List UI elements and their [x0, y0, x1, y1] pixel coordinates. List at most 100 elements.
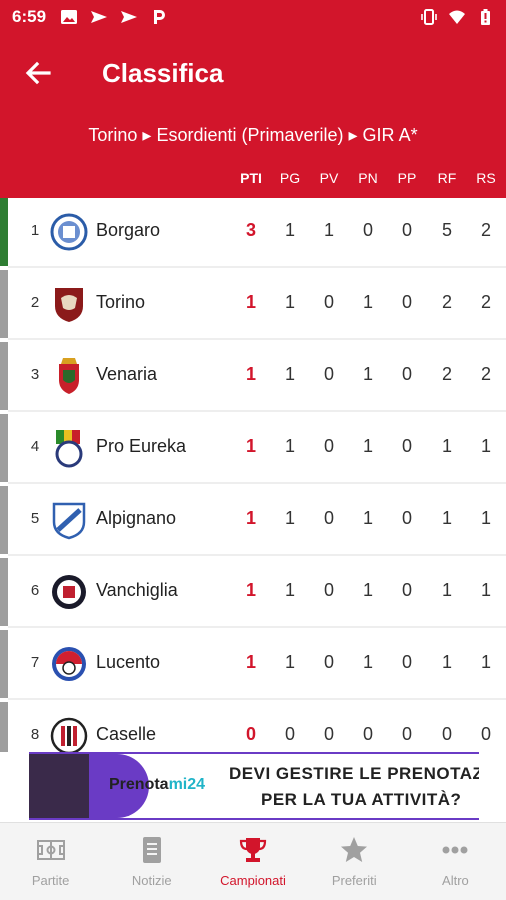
- column-header-rf: RF: [437, 170, 457, 186]
- nav-item-preferiti[interactable]: Preferiti: [304, 823, 405, 900]
- stat-pti: 0: [245, 724, 256, 744]
- stat-pg: 1: [284, 508, 295, 528]
- status-time: 6:59: [12, 7, 47, 26]
- status-system-icons: [420, 8, 494, 26]
- team-crest-icon: [52, 647, 86, 681]
- breadcrumb[interactable]: Torino ▸ Esordienti (Primaverile) ▸ GIR …: [0, 112, 506, 158]
- stat-rf: 1: [441, 508, 452, 528]
- table-row[interactable]: 5 Alpignano 1 1 0 1 0 1 1: [0, 486, 506, 556]
- stat-pti: 1: [245, 292, 256, 312]
- vibrate-icon: [420, 8, 438, 26]
- stat-rs: 1: [480, 580, 491, 600]
- stat-pg: 1: [284, 292, 295, 312]
- row-divider: [8, 698, 506, 700]
- nav-item-altro[interactable]: Altro: [405, 823, 506, 900]
- table-row[interactable]: 4 Pro Eureka 1 1 0 1 0 1 1: [0, 414, 506, 484]
- stat-pp: 0: [401, 724, 412, 744]
- table-row[interactable]: 1 Borgaro 3 1 1 0 0 5 2: [0, 198, 506, 268]
- stat-rs: 1: [480, 508, 491, 528]
- stat-pp: 0: [401, 652, 412, 672]
- stat-rs: 1: [480, 436, 491, 456]
- stat-rs: 0: [480, 724, 491, 744]
- nav-item-partite[interactable]: Partite: [0, 823, 101, 900]
- stat-pn: 1: [362, 508, 373, 528]
- stat-rf: 5: [441, 220, 452, 240]
- send-icon: [90, 8, 108, 26]
- stat-pp: 0: [401, 364, 412, 384]
- table-column-headers: PTI PG PV PN PP RF RS: [0, 158, 506, 198]
- team-crest-icon: [50, 213, 88, 251]
- row-divider: [8, 410, 506, 412]
- team-name: Vanchiglia: [96, 580, 178, 600]
- position-stripe: [0, 558, 8, 626]
- stat-pv: 0: [323, 292, 334, 312]
- table-row[interactable]: 6 Vanchiglia 1 1 0 1 0 1 1: [0, 558, 506, 628]
- table-row[interactable]: 7 Lucento 1 1 0 1 0 1 1: [0, 630, 506, 700]
- team-crest-icon: [52, 502, 86, 540]
- nav-label: Notizie: [131, 873, 172, 888]
- position-stripe: [0, 270, 8, 338]
- ad-brand-logo: Prenotami24: [109, 776, 206, 793]
- send-icon: [120, 8, 138, 26]
- stat-pv: 0: [323, 436, 334, 456]
- team-name: Alpignano: [96, 508, 177, 528]
- stat-pg: 1: [284, 364, 295, 384]
- stat-rf: 1: [441, 436, 452, 456]
- team-name: Venaria: [96, 364, 158, 384]
- position-stripe: [0, 486, 8, 554]
- column-header-pp: PP: [397, 170, 417, 186]
- team-crest-icon: [52, 575, 86, 609]
- bottom-navigation: Partite Notizie Campionati Preferiti Alt…: [0, 822, 506, 900]
- row-divider: [8, 626, 506, 628]
- stat-rs: 2: [480, 364, 491, 384]
- stat-pp: 0: [401, 220, 412, 240]
- stat-pti: 1: [245, 436, 256, 456]
- arrow-left-icon: [25, 61, 51, 85]
- position-stripe: [0, 198, 8, 266]
- app-header: Classifica: [0, 34, 506, 112]
- row-divider: [8, 338, 506, 340]
- trophy-icon: [239, 838, 267, 862]
- standings-table: 1 Borgaro 3 1 1 0 0 5 2 2 Torino 1 1 0 1…: [0, 198, 506, 752]
- stat-pn: 1: [362, 364, 373, 384]
- stat-pn: 1: [362, 436, 373, 456]
- team-name: Lucento: [96, 652, 161, 672]
- stat-pp: 0: [401, 508, 412, 528]
- status-bar: 6:59: [0, 0, 506, 34]
- stat-rf: 2: [441, 364, 452, 384]
- team-position: 6: [30, 582, 40, 599]
- ad-headline: DEVI GESTIRE LE PRENOTAZIONI: [229, 764, 479, 783]
- star-icon: [341, 837, 368, 862]
- status-notification-icons: [60, 8, 168, 26]
- nav-item-campionati[interactable]: Campionati: [202, 823, 303, 900]
- column-header-rs: RS: [476, 170, 496, 186]
- team-position: 5: [30, 510, 40, 527]
- stat-rf: 1: [441, 580, 452, 600]
- stat-pv: 0: [323, 364, 334, 384]
- team-crest-icon: [55, 430, 83, 468]
- nav-label: Partite: [31, 873, 70, 888]
- stat-rs: 2: [480, 292, 491, 312]
- team-position: 1: [30, 222, 40, 239]
- table-row[interactable]: 8 Caselle 0 0 0 0 0 0 0: [0, 702, 506, 752]
- stat-pv: 0: [323, 580, 334, 600]
- column-header-pti: PTI: [240, 170, 262, 186]
- position-stripe: [0, 342, 8, 410]
- stat-pti: 1: [245, 364, 256, 384]
- stat-rf: 1: [441, 652, 452, 672]
- back-button[interactable]: [0, 34, 76, 112]
- team-crest-icon: [55, 288, 83, 322]
- table-row[interactable]: 3 Venaria 1 1 0 1 0 2 2: [0, 342, 506, 412]
- team-position: 3: [30, 366, 40, 383]
- position-stripe: [0, 630, 8, 698]
- stat-rf: 2: [441, 292, 452, 312]
- ad-banner[interactable]: Prenotami24 DEVI GESTIRE LE PRENOTAZIONI…: [29, 752, 479, 820]
- stat-pp: 0: [401, 292, 412, 312]
- nav-item-notizie[interactable]: Notizie: [101, 823, 202, 900]
- field-icon: [36, 840, 65, 860]
- row-divider: [8, 482, 506, 484]
- nav-label: Altro: [442, 873, 469, 888]
- battery-icon: [476, 8, 494, 26]
- table-row[interactable]: 2 Torino 1 1 0 1 0 2 2: [0, 270, 506, 340]
- stat-pp: 0: [401, 580, 412, 600]
